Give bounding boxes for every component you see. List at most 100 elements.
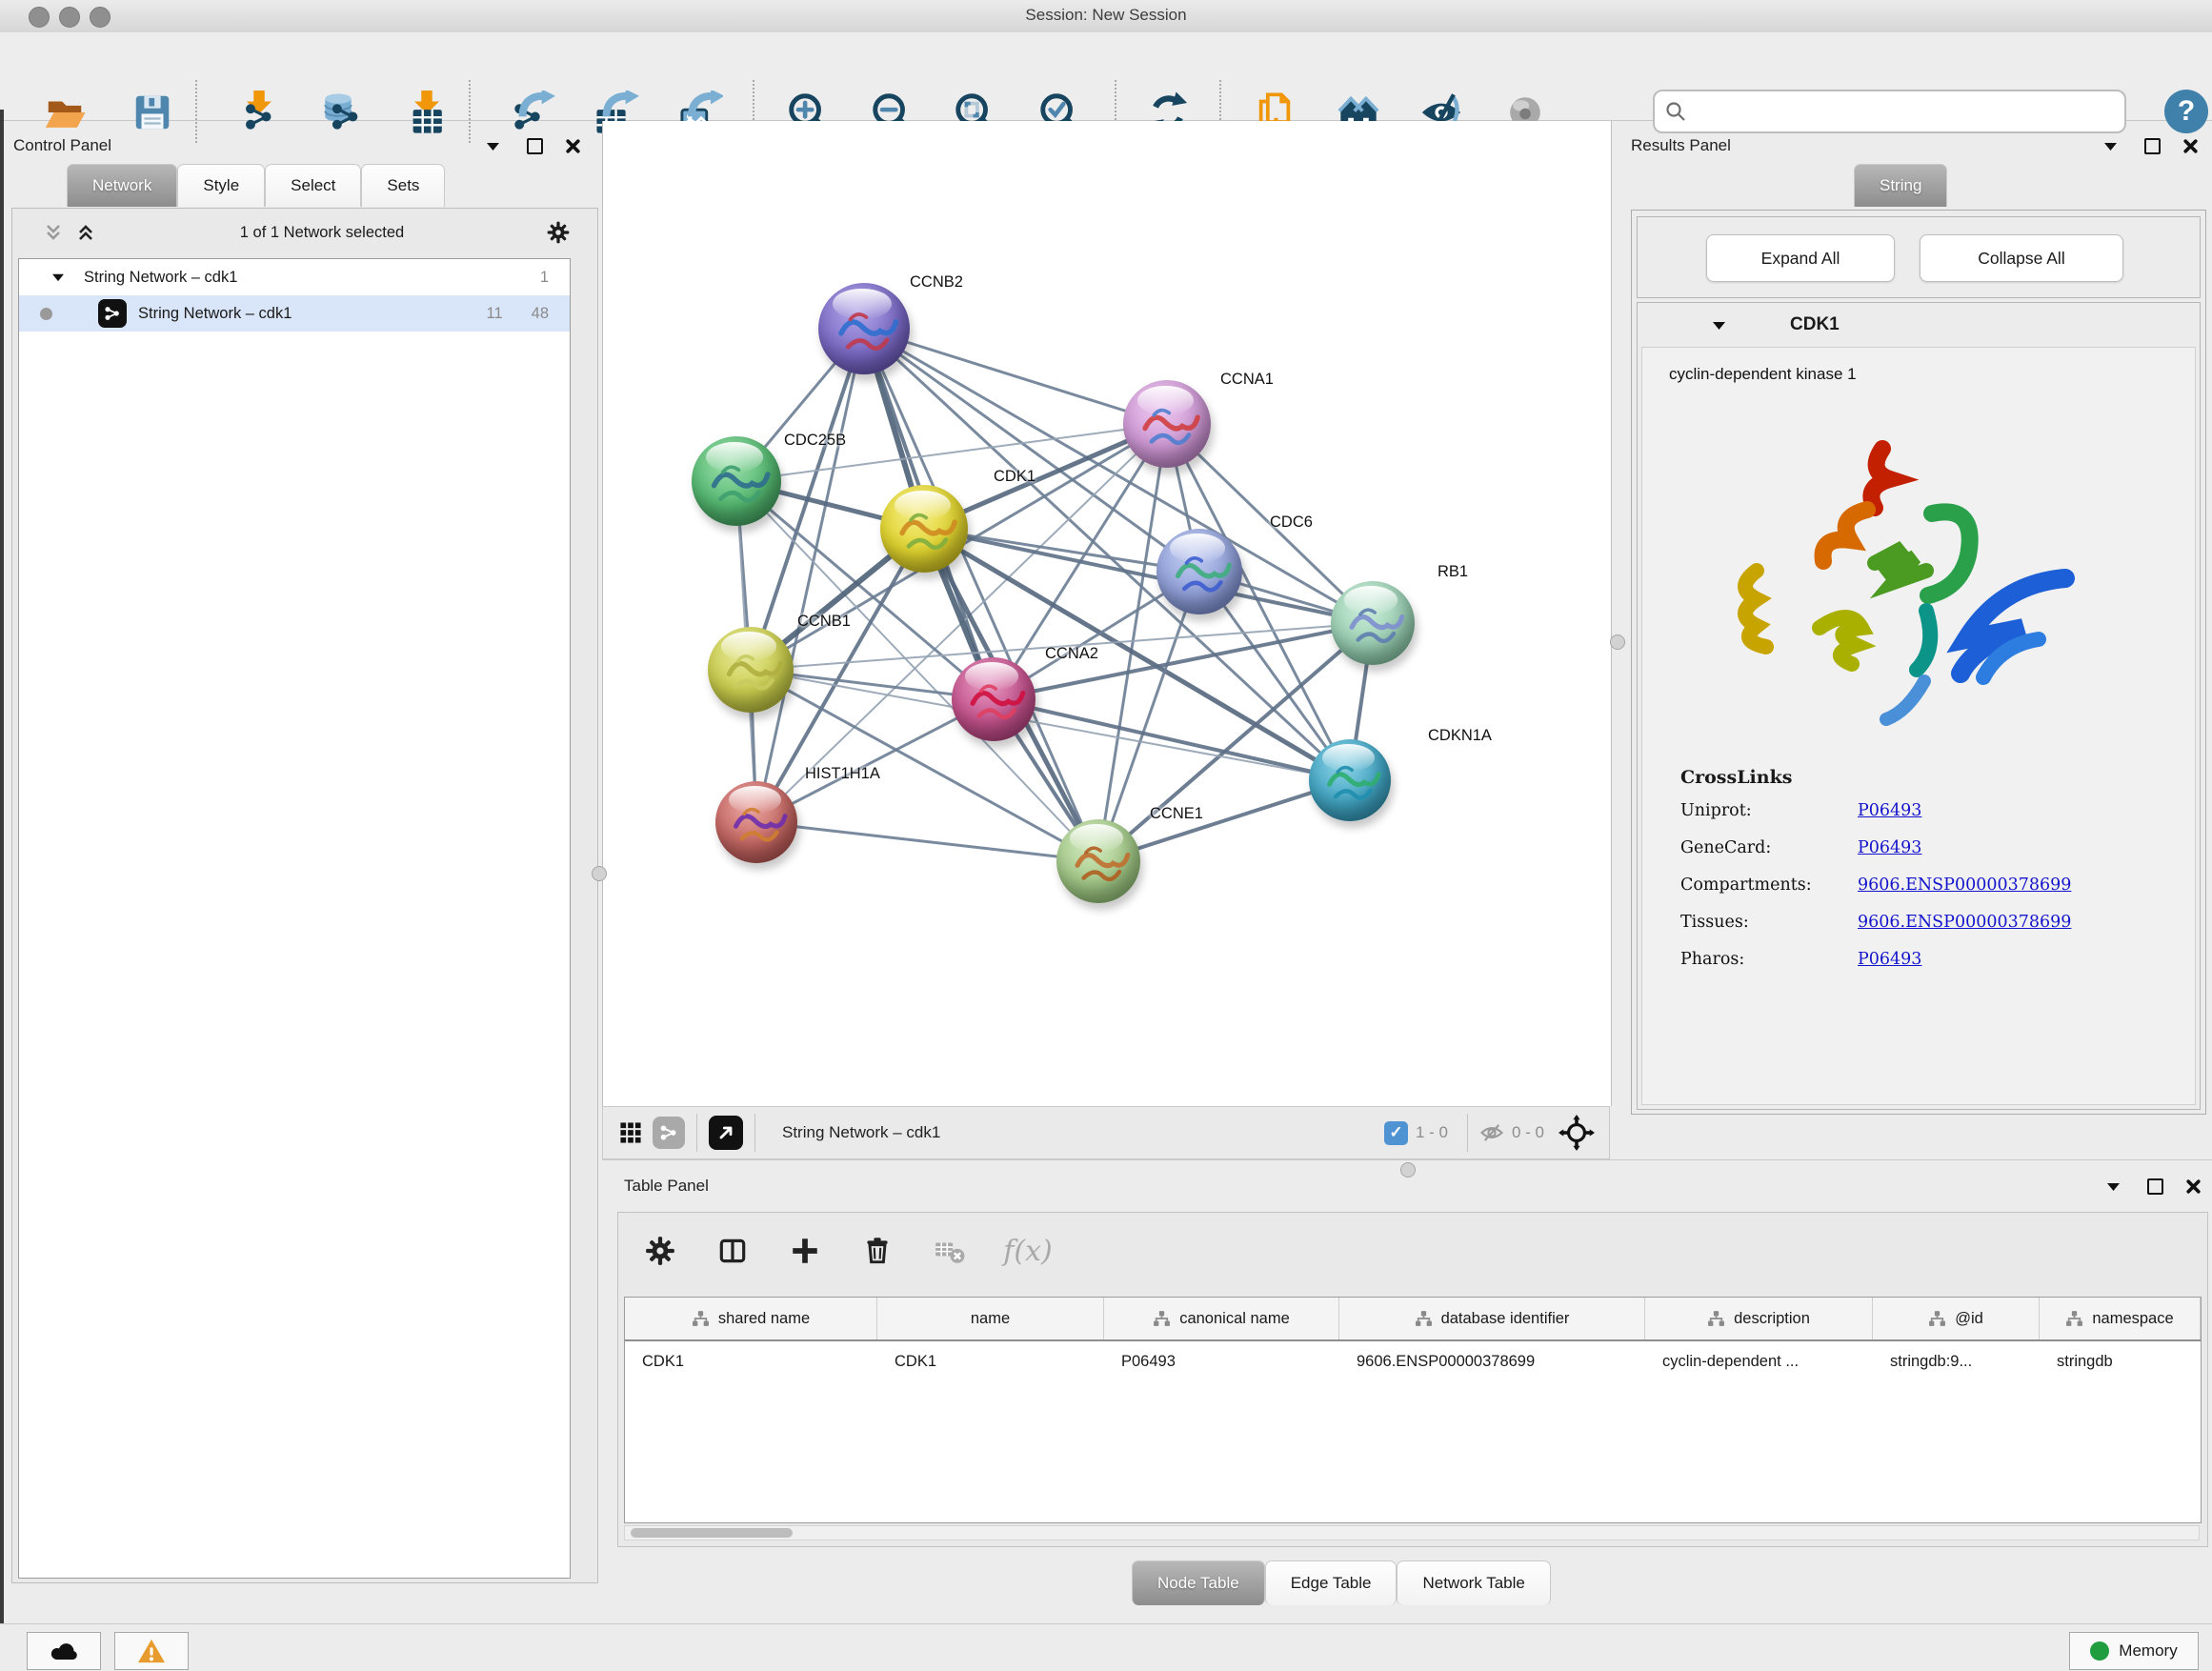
column-header-database-identifier[interactable]: database identifier bbox=[1339, 1298, 1645, 1339]
float-panel-icon[interactable] bbox=[2142, 1174, 2167, 1198]
node-CDC25B[interactable] bbox=[692, 436, 781, 526]
tab-sets[interactable]: Sets bbox=[361, 164, 445, 207]
panel-menu-icon[interactable] bbox=[2101, 1174, 2125, 1198]
column-header-name[interactable]: name bbox=[877, 1298, 1104, 1339]
grid-view-icon[interactable] bbox=[618, 1120, 643, 1145]
collapse-all-networks-icon[interactable] bbox=[41, 220, 66, 245]
crosslink-label: GeneCard: bbox=[1680, 838, 1858, 857]
warnings-button[interactable] bbox=[114, 1632, 189, 1670]
tab-edge-table[interactable]: Edge Table bbox=[1265, 1560, 1398, 1605]
selected-items-checkbox[interactable]: ✓ bbox=[1384, 1121, 1408, 1145]
table-cell[interactable]: stringdb:9... bbox=[1873, 1353, 2040, 1371]
close-panel-icon[interactable] bbox=[2178, 133, 2202, 158]
bottom-splitter-handle[interactable] bbox=[1400, 1162, 1416, 1178]
node-CCNA2[interactable] bbox=[952, 657, 1036, 741]
collapse-all-button[interactable]: Collapse All bbox=[1920, 234, 2123, 282]
node-label-CDC6: CDC6 bbox=[1270, 513, 1313, 532]
collection-expander-icon[interactable] bbox=[46, 265, 70, 290]
crosslink-label: Uniprot: bbox=[1680, 801, 1858, 820]
node-entry-header[interactable]: CDK1 bbox=[1638, 303, 2200, 347]
edge-CCNB2-RB1[interactable] bbox=[864, 329, 1373, 623]
column-header-description[interactable]: description bbox=[1645, 1298, 1873, 1339]
node-CCNE1[interactable] bbox=[1056, 819, 1140, 903]
split-columns-button[interactable] bbox=[708, 1226, 757, 1276]
node-CCNA1[interactable] bbox=[1123, 380, 1211, 468]
table-cell[interactable]: stringdb bbox=[2040, 1353, 2201, 1371]
hidden-items-eye-icon[interactable] bbox=[1479, 1120, 1504, 1145]
node-label-CCNA2: CCNA2 bbox=[1045, 645, 1098, 663]
column-header-shared-name[interactable]: shared name bbox=[625, 1298, 877, 1339]
crosslink-link[interactable]: 9606.ENSP00000378699 bbox=[1858, 876, 2071, 895]
network-icon bbox=[98, 299, 127, 328]
view-status-bar: String Network – cdk1 ✓ 1 - 0 0 - 0 bbox=[602, 1106, 1610, 1159]
export-network-icon bbox=[512, 91, 555, 134]
table-panel-title: Table Panel bbox=[624, 1177, 709, 1196]
expand-all-button[interactable]: Expand All bbox=[1706, 234, 1895, 282]
node-CDK1[interactable] bbox=[880, 485, 968, 573]
crosslink-link[interactable]: P06493 bbox=[1858, 950, 1921, 969]
edge-HIST1H1A-CCNE1[interactable] bbox=[756, 822, 1098, 861]
column-type-icon bbox=[1153, 1310, 1171, 1327]
column-header-canonical-name[interactable]: canonical name bbox=[1104, 1298, 1339, 1339]
column-header-namespace[interactable]: namespace bbox=[2040, 1298, 2201, 1339]
close-panel-icon[interactable] bbox=[560, 133, 585, 158]
birds-eye-view-icon[interactable] bbox=[709, 1116, 743, 1150]
edge-CCNB2-CCNE1[interactable] bbox=[864, 329, 1098, 861]
crosslink-link[interactable]: P06493 bbox=[1858, 801, 1921, 820]
float-panel-icon[interactable] bbox=[2140, 133, 2164, 158]
table-cell[interactable]: CDK1 bbox=[625, 1353, 877, 1371]
network-row[interactable]: String Network – cdk1 11 48 bbox=[19, 295, 570, 332]
search-input[interactable] bbox=[1653, 90, 2126, 133]
apply-function-button[interactable]: f(x) bbox=[1003, 1226, 1053, 1276]
table-panel-tabs: Node TableEdge TableNetwork Table bbox=[1132, 1560, 1551, 1605]
left-splitter-handle[interactable] bbox=[592, 866, 607, 881]
tab-node-table[interactable]: Node Table bbox=[1132, 1560, 1265, 1605]
panel-menu-icon[interactable] bbox=[2098, 133, 2122, 158]
table-cell[interactable]: 9606.ENSP00000378699 bbox=[1339, 1353, 1645, 1371]
network-canvas[interactable]: CCNB2 CCNA1 CDC25B CDK1 CDC6 RB1 CCNB1 C… bbox=[602, 121, 1612, 1106]
tab-network[interactable]: Network bbox=[67, 164, 177, 207]
tab-style[interactable]: Style bbox=[177, 164, 265, 207]
fit-selected-crosshair-icon[interactable] bbox=[1558, 1114, 1596, 1152]
tab-string[interactable]: String bbox=[1854, 164, 1947, 207]
help-button[interactable]: ? bbox=[2164, 90, 2208, 133]
add-column-button[interactable] bbox=[780, 1226, 830, 1276]
network-view-icon[interactable] bbox=[653, 1117, 685, 1149]
node-table: shared namenamecanonical namedatabase id… bbox=[624, 1297, 2202, 1523]
import-network-file-icon bbox=[237, 91, 281, 134]
table-cell[interactable]: cyclin-dependent ... bbox=[1645, 1353, 1873, 1371]
column-header--id[interactable]: @id bbox=[1873, 1298, 2040, 1339]
right-splitter-handle[interactable] bbox=[1610, 634, 1625, 650]
network-options-gear-icon[interactable] bbox=[546, 220, 571, 245]
cloud-button[interactable] bbox=[27, 1632, 101, 1670]
network-collection-row[interactable]: String Network – cdk1 1 bbox=[19, 259, 570, 295]
float-panel-icon[interactable] bbox=[522, 133, 547, 158]
table-cell[interactable]: CDK1 bbox=[877, 1353, 1104, 1371]
expand-all-networks-icon[interactable] bbox=[73, 220, 98, 245]
tab-network-table[interactable]: Network Table bbox=[1397, 1560, 1550, 1605]
memory-button[interactable]: Memory bbox=[2069, 1632, 2199, 1670]
table-row[interactable]: CDK1CDK1P064939606.ENSP00000378699cyclin… bbox=[625, 1341, 2201, 1381]
node-CCNB1[interactable] bbox=[708, 627, 794, 713]
node-RB1[interactable] bbox=[1331, 581, 1415, 665]
panel-menu-icon[interactable] bbox=[480, 133, 505, 158]
node-CDKN1A[interactable] bbox=[1309, 739, 1391, 821]
delete-column-button[interactable] bbox=[853, 1226, 902, 1276]
horizontal-scrollbar[interactable] bbox=[624, 1525, 2200, 1540]
add-column-icon bbox=[789, 1235, 821, 1267]
crosslink-link[interactable]: 9606.ENSP00000378699 bbox=[1858, 913, 2071, 932]
node-label-CDC25B: CDC25B bbox=[784, 432, 846, 450]
table-cell[interactable]: P06493 bbox=[1104, 1353, 1339, 1371]
node-HIST1H1A[interactable] bbox=[715, 781, 797, 863]
scrollbar-thumb[interactable] bbox=[631, 1528, 793, 1538]
delete-table-button[interactable] bbox=[925, 1226, 975, 1276]
crosslink-link[interactable]: P06493 bbox=[1858, 838, 1921, 857]
protein-thumbnail-icon bbox=[818, 283, 910, 374]
tab-select[interactable]: Select bbox=[265, 164, 361, 207]
table-settings-button[interactable] bbox=[635, 1226, 685, 1276]
node-CDC6[interactable] bbox=[1156, 529, 1242, 614]
close-panel-icon[interactable] bbox=[2181, 1174, 2205, 1198]
node-CCNB2[interactable] bbox=[818, 283, 910, 374]
results-panel-title: Results Panel bbox=[1631, 136, 1731, 155]
entry-expander-icon[interactable] bbox=[1706, 312, 1731, 337]
